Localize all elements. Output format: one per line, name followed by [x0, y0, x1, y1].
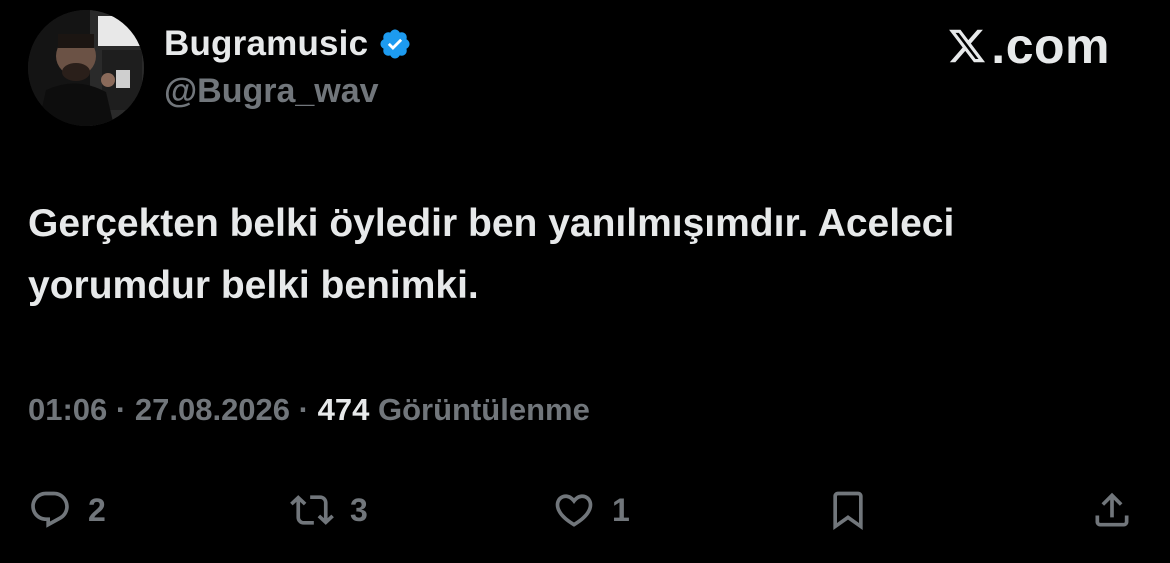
reply-icon — [31, 491, 69, 528]
verified-badge-icon[interactable] — [378, 27, 412, 61]
repost-icon — [290, 495, 334, 525]
bookmark-icon — [833, 491, 863, 531]
author-handle[interactable]: @Bugra_wav — [164, 72, 379, 111]
repost-count: 3 — [350, 491, 368, 528]
share-icon — [1095, 492, 1129, 527]
tweet-time[interactable]: 01:06 — [28, 392, 107, 427]
author-display-name[interactable]: Bugramusic — [164, 24, 368, 64]
meta-separator: · — [298, 392, 309, 427]
reply-button[interactable]: 2 — [28, 482, 106, 538]
meta-separator: · — [115, 392, 127, 427]
reply-count: 2 — [88, 491, 106, 528]
brand-logo: . com — [947, 18, 1110, 74]
views-label: Görüntülenme — [377, 392, 590, 427]
share-button[interactable] — [1090, 482, 1134, 538]
brand-dot: . — [991, 18, 1006, 74]
tweet-actions: 2 3 1 — [0, 482, 1170, 538]
avatar-image — [28, 10, 144, 126]
views-count: 474 — [317, 392, 370, 427]
tweet-text-line: Gerçekten belki öyledir ben yanılmışımdı… — [28, 202, 955, 245]
like-button[interactable]: 1 — [552, 482, 630, 538]
tweet-text: Gerçekten belki öyledir ben yanılmışımdı… — [28, 193, 1138, 317]
tweet-date[interactable]: 27.08.2026 — [135, 392, 290, 427]
tweet-text-line: yorumdur belki benimki. — [28, 264, 479, 307]
x-logo-icon — [949, 29, 986, 63]
tweet-meta: 01:06 · 27.08.2026 · 474 Görüntülenme — [28, 392, 590, 428]
bookmark-button[interactable] — [826, 482, 870, 538]
repost-button[interactable]: 3 — [290, 482, 368, 538]
like-count: 1 — [612, 491, 630, 528]
avatar[interactable] — [28, 10, 144, 126]
heart-icon — [555, 494, 593, 527]
brand-text: com — [1005, 18, 1110, 74]
author-name-row: Bugramusic — [164, 22, 412, 66]
